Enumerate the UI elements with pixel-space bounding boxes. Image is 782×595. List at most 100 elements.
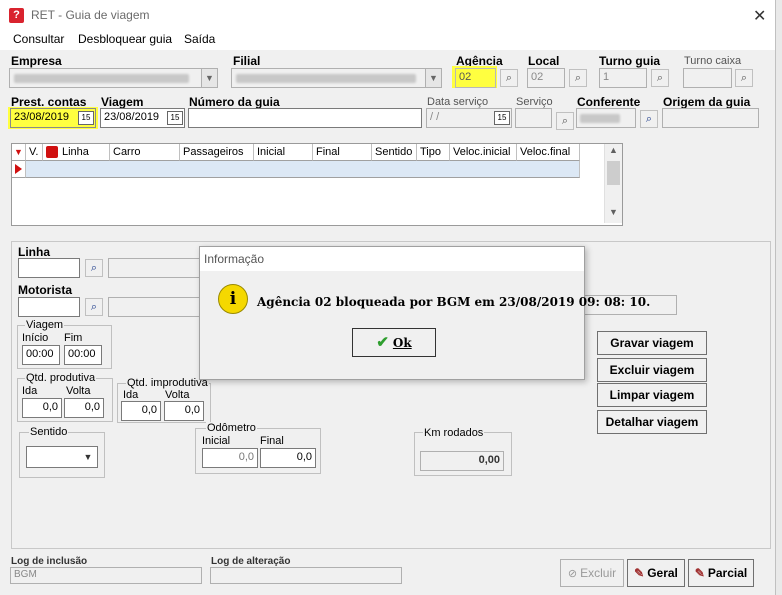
excluir-label: Excluir [580,566,617,580]
empresa-label: Empresa [11,54,62,68]
geral-button[interactable]: ✎ Geral [627,559,685,587]
turno-guia-label: Turno guia [599,54,661,68]
gravar-viagem-button[interactable]: Gravar viagem [597,331,707,355]
chevron-down-icon[interactable]: ▼ [81,449,95,465]
geral-label: Geral [647,566,678,580]
binoculars-icon[interactable]: ⌕ [569,69,587,87]
prod-ida-input[interactable]: 0,0 [22,398,62,418]
binoculars-icon[interactable]: ⌕ [640,110,658,128]
pencil-icon: ✎ [634,566,645,580]
binoculars-icon[interactable]: ⌕ [651,69,669,87]
calendar-icon[interactable]: 15 [78,111,94,125]
scroll-up-icon[interactable]: ▲ [606,145,621,159]
menu-desbloquear-guia[interactable]: Desbloquear guia [78,32,172,46]
linha-input[interactable] [18,258,80,278]
excluir-button: ⊘ Excluir [560,559,624,587]
close-icon[interactable]: ✕ [753,6,766,26]
agencia-input[interactable]: 02 [455,68,496,88]
local-input[interactable]: 02 [527,68,565,88]
odo-inicial-input[interactable]: 0,0 [202,448,258,468]
menu-saida[interactable]: Saída [184,32,215,46]
conferente-redacted [580,114,620,123]
binoculars-icon[interactable]: ⌕ [735,69,753,87]
km-rodados-value: 0,00 [420,451,504,471]
sentido-select[interactable]: ▼ [26,446,98,468]
prod-volta-label: Volta [66,385,91,397]
col-carro[interactable]: Carro [110,144,180,161]
col-linha-label: Linha [62,146,89,158]
improd-ida-input[interactable]: 0,0 [121,401,161,421]
checkmark-icon: ✔ [376,333,389,351]
bus-icon [46,146,58,158]
binoculars-icon[interactable]: ⌕ [500,69,518,87]
motorista-input[interactable] [18,297,80,317]
turno-caixa-label: Turno caixa [684,55,742,67]
linha-description [108,258,200,278]
calendar-icon[interactable]: 15 [167,111,183,125]
fim-input[interactable]: 00:00 [64,345,102,365]
origem-guia-label: Origem da guia [663,95,751,109]
turno-guia-input[interactable]: 1 [599,68,647,88]
turno-caixa-input[interactable] [683,68,732,88]
info-icon: i [218,284,248,314]
motorista-description [108,297,200,317]
improd-volta-input[interactable]: 0,0 [164,401,204,421]
odo-final-input[interactable]: 0,0 [260,448,316,468]
row-indicator-icon [12,161,26,178]
prod-volta-input[interactable]: 0,0 [64,398,104,418]
detalhar-viagem-button[interactable]: Detalhar viagem [597,410,707,434]
col-linha[interactable]: Linha [43,144,110,161]
background-window-edge [775,0,782,595]
origem-guia-input[interactable] [662,108,759,128]
scrollbar-thumb[interactable] [607,161,620,185]
table-row[interactable] [26,161,580,178]
trips-grid[interactable]: ▼ V. Linha Carro Passageiros Inicial Fin… [11,143,623,226]
binoculars-icon[interactable]: ⌕ [85,298,103,316]
excluir-viagem-button[interactable]: Excluir viagem [597,358,707,382]
grid-scrollbar[interactable]: ▲ ▼ [604,144,622,223]
parcial-label: Parcial [707,566,748,580]
log-alteracao-value [210,567,402,584]
prod-ida-label: Ida [22,385,38,397]
linha-label: Linha [18,245,50,259]
log-inclusao-value: BGM [10,567,202,584]
menu-consultar[interactable]: Consultar [13,32,64,46]
numero-guia-input[interactable] [188,108,422,128]
filial-select[interactable]: ▼ [231,68,442,88]
viagem-group-title: Viagem [25,319,65,331]
ok-label: Ok [392,336,412,350]
app-logo-icon: ? [9,8,24,23]
col-sentido[interactable]: Sentido [372,144,417,161]
delete-icon: ⊘ [567,568,578,580]
log-alteracao-label: Log de alteração [211,556,291,567]
sentido-title: Sentido [29,426,69,438]
local-label: Local [528,54,560,68]
empresa-select[interactable]: ▼ [9,68,218,88]
empresa-redacted [14,74,189,83]
limpar-viagem-button[interactable]: Limpar viagem [597,383,707,407]
chevron-down-icon[interactable]: ▼ [201,69,217,87]
col-final[interactable]: Final [313,144,372,161]
servico-input[interactable] [515,108,552,128]
chevron-down-icon[interactable]: ▼ [425,69,441,87]
binoculars-icon[interactable]: ⌕ [556,112,574,130]
binoculars-icon[interactable]: ⌕ [85,259,103,277]
ok-button[interactable]: ✔ Ok [352,328,436,357]
col-v[interactable]: V. [26,144,43,161]
inicio-input[interactable]: 00:00 [22,345,60,365]
col-veloc-final[interactable]: Veloc.final [517,144,580,161]
numero-guia-label: Número da guia [189,95,280,109]
odo-inicial-label: Inicial [202,435,231,447]
col-tipo[interactable]: Tipo [417,144,450,161]
conferente-input[interactable] [576,108,636,128]
scroll-down-icon[interactable]: ▼ [606,207,621,221]
calendar-icon[interactable]: 15 [494,111,510,125]
viagem-label: Viagem [101,95,144,109]
col-passageiros[interactable]: Passageiros [180,144,254,161]
col-veloc-inicial[interactable]: Veloc.inicial [450,144,517,161]
odometro-title: Odômetro [206,422,257,434]
odo-final-label: Final [260,435,284,447]
inicio-label: Início [22,332,49,344]
col-inicial[interactable]: Inicial [254,144,313,161]
parcial-button[interactable]: ✎ Parcial [688,559,754,587]
